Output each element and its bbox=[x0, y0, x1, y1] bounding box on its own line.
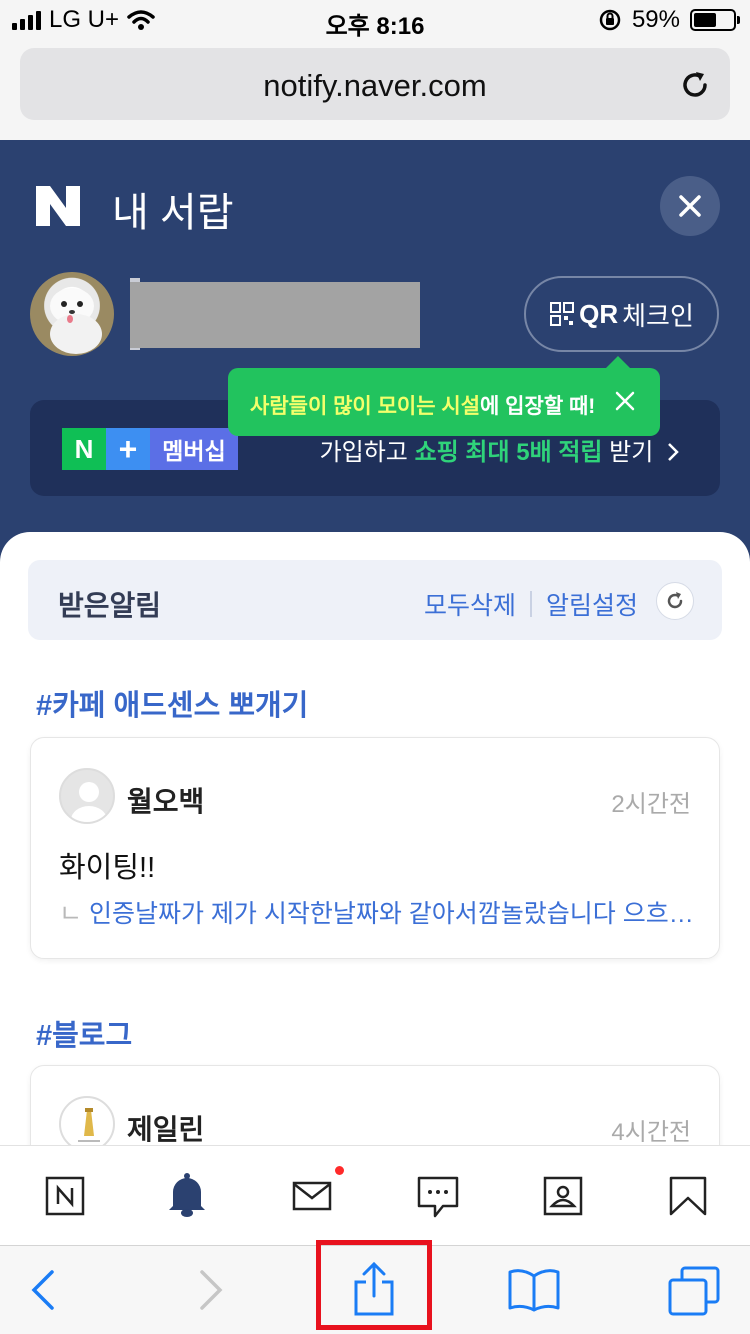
close-icon bbox=[679, 195, 701, 217]
user-avatar bbox=[59, 1096, 115, 1145]
notifications-title: 받은알림 bbox=[58, 590, 162, 621]
qr-checkin-button[interactable]: QR 체크인 bbox=[524, 276, 719, 352]
notification-time: 4시간전 bbox=[611, 1119, 691, 1145]
qr-icon bbox=[550, 302, 575, 326]
url-text[interactable]: notify.naver.com bbox=[20, 68, 730, 104]
forward-icon bbox=[200, 1270, 223, 1310]
qr-label-strong: QR bbox=[579, 298, 619, 329]
share-highlight-box bbox=[316, 1240, 432, 1330]
reply-mark: ㄴ bbox=[59, 900, 83, 928]
profile-avatar[interactable] bbox=[30, 272, 114, 356]
chevron-right-icon bbox=[668, 443, 679, 461]
membership-text-highlight: 쇼핑 최대 5배 적립 bbox=[414, 439, 603, 466]
notifications-header: 받은알림 모두삭제 알림설정 bbox=[28, 560, 722, 640]
membership-text-suffix: 받기 bbox=[609, 439, 654, 466]
bookmarks-icon[interactable] bbox=[508, 1268, 560, 1312]
dog-photo bbox=[50, 288, 102, 354]
notification-time: 2시간전 bbox=[611, 791, 691, 818]
divider bbox=[529, 591, 532, 617]
chat-icon[interactable] bbox=[417, 1176, 459, 1220]
reload-icon[interactable] bbox=[678, 68, 712, 102]
bell-icon[interactable] bbox=[165, 1172, 209, 1218]
drawer-title: 내 서랍 bbox=[112, 191, 234, 235]
group-title-cafe[interactable]: #카페 애드센스 뽀개기 bbox=[36, 682, 308, 724]
battery-icon bbox=[690, 9, 740, 31]
entry-tooltip: 사람들이 많이 모이는 시설에 입장할 때! bbox=[228, 356, 660, 436]
close-button[interactable] bbox=[660, 176, 720, 236]
delete-all-button[interactable]: 모두삭제 bbox=[424, 586, 516, 622]
qr-label: 체크인 bbox=[622, 300, 694, 331]
notification-card[interactable]: 제일린 4시간전 bbox=[30, 1065, 720, 1145]
address-bar[interactable]: notify.naver.com bbox=[20, 48, 730, 120]
battery-fill bbox=[694, 13, 717, 27]
tooltip-rest: 에 입장할 때! bbox=[480, 395, 596, 418]
reply-preview: ㄴ 인증날짜가 제가 시작한날짜와 같아서깜놀랐습니다 으흐… bbox=[59, 894, 699, 930]
bookmark-icon[interactable] bbox=[668, 1176, 708, 1216]
naver-logo-icon bbox=[36, 186, 80, 226]
contacts-icon[interactable] bbox=[543, 1176, 583, 1216]
notifications-content: 받은알림 모두삭제 알림설정 #카페 애드센스 뽀개기 월오백 2시간전 화이팅… bbox=[0, 532, 750, 1145]
naver-home-icon[interactable] bbox=[45, 1176, 85, 1216]
np-logo-plus: + bbox=[106, 428, 150, 470]
refresh-icon bbox=[667, 592, 683, 609]
notifications-actions: 모두삭제 알림설정 bbox=[424, 586, 638, 622]
lighthouse-logo-icon bbox=[78, 1108, 100, 1142]
notification-card[interactable]: 월오백 2시간전 화이팅!! ㄴ 인증날짜가 제가 시작한날짜와 같아서깜놀랐습… bbox=[30, 737, 720, 959]
notification-body: 화이팅!! bbox=[59, 852, 156, 884]
tooltip-close-icon[interactable] bbox=[612, 388, 638, 414]
status-right: 59% bbox=[598, 6, 740, 34]
tooltip-text: 사람들이 많이 모이는 시설에 입장할 때! bbox=[250, 390, 595, 420]
membership-text: 가입하고 쇼핑 최대 5배 적립 받기 bbox=[320, 432, 680, 467]
sender-name: 제일린 bbox=[127, 1114, 205, 1145]
safari-toolbar bbox=[0, 1240, 750, 1334]
mail-icon[interactable] bbox=[292, 1176, 332, 1216]
mail-badge bbox=[335, 1166, 344, 1175]
battery-percent: 59% bbox=[631, 6, 680, 33]
user-avatar bbox=[59, 768, 115, 824]
naver-plus-membership-logo: N + 멤버십 bbox=[62, 428, 238, 470]
np-logo-label: 멤버십 bbox=[150, 428, 238, 470]
orientation-lock-icon bbox=[599, 9, 621, 31]
reply-text: 인증날짜가 제가 시작한날짜와 같아서깜놀랐습니다 으흐… bbox=[88, 900, 694, 928]
np-logo-n: N bbox=[62, 428, 106, 470]
profile-name-redacted bbox=[130, 282, 420, 348]
status-bar: LG U+ 오후 8:16 59% bbox=[0, 0, 750, 40]
notification-settings-button[interactable]: 알림설정 bbox=[546, 586, 638, 622]
refresh-button[interactable] bbox=[656, 582, 694, 620]
browser-address-area: notify.naver.com bbox=[0, 40, 750, 140]
group-title-blog[interactable]: #블로그 bbox=[36, 1012, 132, 1054]
tooltip-highlight: 사람들이 많이 모이는 시설 bbox=[250, 395, 481, 418]
tabs-icon[interactable] bbox=[668, 1266, 720, 1316]
sender-name: 월오백 bbox=[127, 786, 205, 817]
membership-text-prefix: 가입하고 bbox=[319, 439, 408, 466]
default-user-icon bbox=[71, 782, 107, 822]
naver-tab-bar bbox=[0, 1145, 750, 1245]
back-icon[interactable] bbox=[30, 1268, 56, 1312]
